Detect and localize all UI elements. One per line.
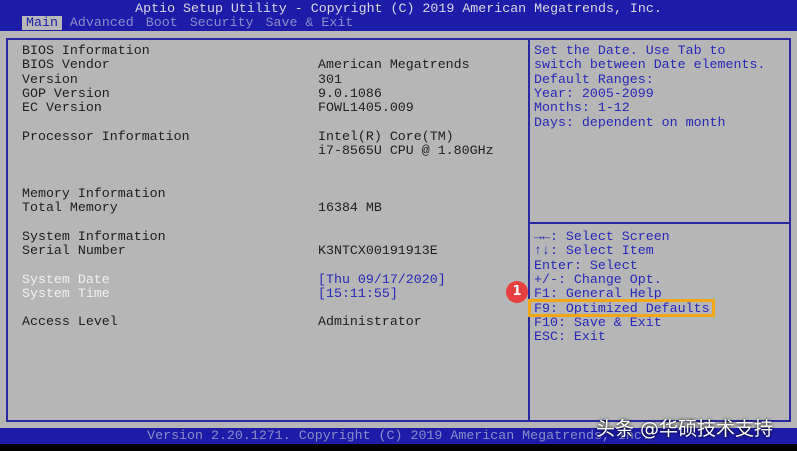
help-key-line: +/-: Change Opt. <box>534 271 662 287</box>
row-value: American Megatrends <box>318 57 470 72</box>
help-divider <box>530 222 789 224</box>
help-key-line: Enter: Select <box>534 257 638 273</box>
row-label: Serial Number <box>22 243 126 258</box>
help-description-line: Months: 1-12 <box>534 100 630 116</box>
help-description-line: switch between Date elements. <box>534 57 766 73</box>
row-value: i7-8565U CPU @ 1.80GHz <box>318 143 494 158</box>
title-bar: Aptio Setup Utility - Copyright (C) 2019… <box>0 0 797 31</box>
tab-boot[interactable]: Boot <box>142 16 182 30</box>
app-title: Aptio Setup Utility - Copyright (C) 2019… <box>135 1 662 16</box>
tab-main[interactable]: Main <box>22 16 62 30</box>
row-value: 16384 MB <box>318 200 382 215</box>
row-label: Total Memory <box>22 200 118 215</box>
tab-save-exit[interactable]: Save & Exit <box>262 16 358 30</box>
row-label: Memory Information <box>22 186 166 201</box>
row-label[interactable]: System Date <box>22 273 110 287</box>
help-description-line: Year: 2005-2099 <box>534 85 654 101</box>
f9-highlight-box <box>528 299 715 317</box>
row-value: K3NTCX00191913E <box>318 243 438 258</box>
row-label: Version <box>22 72 78 87</box>
row-value-field[interactable]: [Thu 09/17/2020] <box>318 273 446 287</box>
help-key-line: ESC: Exit <box>534 329 606 345</box>
row-value-field[interactable]: [15:11:55] <box>318 287 398 301</box>
row-label: BIOS Vendor <box>22 57 110 72</box>
tab-security[interactable]: Security <box>186 16 258 30</box>
row-label: Processor Information <box>22 129 190 144</box>
row-value: 301 <box>318 72 342 87</box>
help-description-line: Days: dependent on month <box>534 114 726 130</box>
row-value: Administrator <box>318 314 422 329</box>
help-key-line: F10: Save & Exit <box>534 314 662 330</box>
row-label: System Information <box>22 229 166 244</box>
tab-bar: Main Advanced Boot Security Save & Exit <box>22 16 361 30</box>
row-label: GOP Version <box>22 86 110 101</box>
row-label: EC Version <box>22 100 102 115</box>
help-key-line: ↑↓: Select Item <box>534 243 654 259</box>
step-badge: 1 <box>506 281 528 303</box>
help-description-line: Set the Date. Use Tab to <box>534 43 726 58</box>
help-description-line: Default Ranges: <box>534 71 654 87</box>
tab-advanced[interactable]: Advanced <box>66 16 138 30</box>
row-label[interactable]: System Time <box>22 287 110 301</box>
watermark: 头条 @华硕技术支持 <box>596 418 774 440</box>
row-value: Intel(R) Core(TM) <box>318 129 454 144</box>
row-value: FOWL1405.009 <box>318 100 414 115</box>
row-label: BIOS Information <box>22 43 150 58</box>
row-label: Access Level <box>22 314 118 329</box>
row-value: 9.0.1086 <box>318 86 382 101</box>
help-key-line: →←: Select Screen <box>534 229 670 244</box>
